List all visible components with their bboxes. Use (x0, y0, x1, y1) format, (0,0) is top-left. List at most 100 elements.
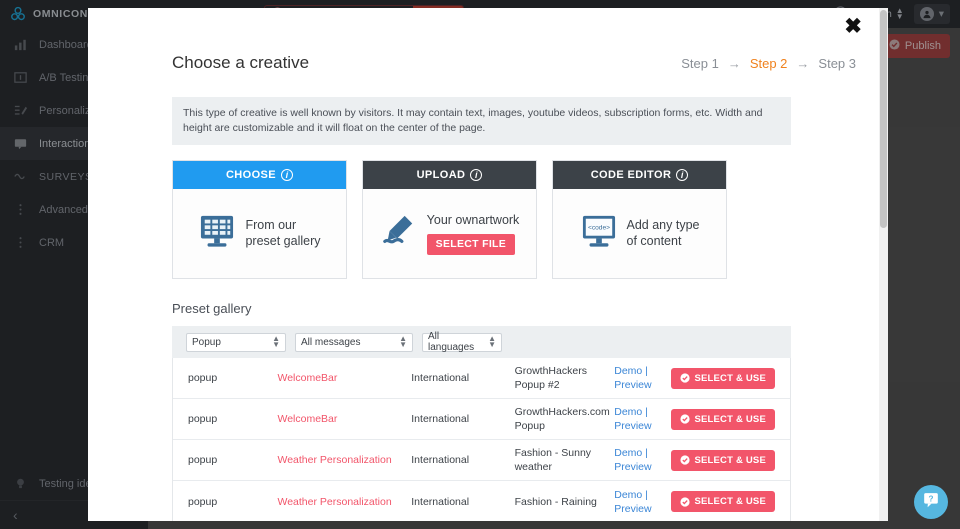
row-language: International (411, 496, 514, 508)
info-icon[interactable]: i (281, 169, 293, 181)
row-description-line2: Popup (515, 419, 615, 433)
help-chat-bubble-icon: ? (921, 490, 941, 515)
creative-type-notice: This type of creative is well known by v… (172, 97, 791, 145)
step-arrow-icon: → (796, 56, 809, 71)
row-preview-link[interactable]: Preview (614, 419, 671, 433)
select-file-button[interactable]: SELECT FILE (427, 234, 515, 255)
card-choose-title: CHOOSE (226, 169, 276, 181)
row-preview-link[interactable]: Preview (614, 502, 671, 516)
help-chat-button[interactable]: ? (914, 485, 948, 519)
row-preview-link[interactable]: Preview (614, 378, 671, 392)
check-circle-icon (680, 373, 690, 383)
card-choose-text: From our preset gallery (245, 218, 320, 249)
modal-scrollbar[interactable] (879, 8, 888, 521)
row-language: International (411, 413, 514, 425)
card-code-editor-text: Add any type of content (627, 218, 700, 249)
table-row[interactable]: popup Weather Personalization Internatio… (173, 440, 790, 481)
select-and-use-label: SELECT & USE (694, 414, 766, 425)
row-description: Fashion - Raining (515, 495, 615, 509)
modal-header: Choose a creative Step 1 → Step 2 → Step… (172, 8, 856, 73)
row-links: Demo | Preview (614, 446, 671, 474)
row-action-cell: SELECT & USE (671, 409, 790, 430)
info-icon[interactable]: i (676, 169, 688, 181)
filter-languages[interactable]: All languages ▲▼ (422, 333, 502, 352)
table-row[interactable]: popup WelcomeBar International GrowthHac… (173, 399, 790, 440)
step-2[interactable]: Step 2 (750, 56, 788, 71)
card-choose-header: CHOOSE i (173, 161, 346, 189)
row-description-line1: Fashion - Raining (515, 495, 615, 509)
row-description-line1: GrowthHackers (515, 364, 615, 378)
table-row[interactable]: popup WelcomeBar International GrowthHac… (173, 358, 790, 399)
row-name[interactable]: Weather Personalization (277, 454, 411, 466)
check-circle-icon (680, 414, 690, 424)
step-arrow-icon: → (728, 56, 741, 71)
updown-caret-icon: ▲▼ (488, 336, 496, 349)
row-description: GrowthHackers.com Popup (515, 405, 615, 433)
row-action-cell: SELECT & USE (671, 450, 790, 471)
card-code-editor-text-line1: Add any type (627, 218, 700, 234)
row-type: popup (173, 372, 277, 384)
row-action-cell: SELECT & USE (671, 368, 790, 389)
row-name[interactable]: Weather Personalization (277, 496, 411, 508)
row-description: Fashion - Sunny weather (515, 446, 615, 474)
preset-gallery-title: Preset gallery (172, 301, 856, 316)
modal-scroll-area: Choose a creative Step 1 → Step 2 → Step… (88, 8, 888, 521)
card-upload-body: Your ownartwork SELECT FILE (363, 189, 536, 278)
row-name[interactable]: WelcomeBar (277, 372, 411, 384)
row-links: Demo | Preview (614, 364, 671, 392)
modal-scrollbar-thumb[interactable] (880, 10, 887, 228)
row-type: popup (173, 413, 277, 425)
card-code-editor-header: CODE EDITOR i (553, 161, 726, 189)
choose-creative-modal: ✖ Choose a creative Step 1 → Step 2 → St… (88, 8, 888, 521)
select-and-use-button[interactable]: SELECT & USE (671, 450, 775, 471)
select-and-use-label: SELECT & USE (694, 373, 766, 384)
filter-messages-value: All messages (301, 337, 360, 348)
row-language: International (411, 372, 514, 384)
card-code-editor-body: <code> Add any type of content (553, 189, 726, 278)
row-type: popup (173, 454, 277, 466)
check-circle-icon (680, 455, 690, 465)
card-choose-body: From our preset gallery (173, 189, 346, 278)
check-circle-icon (680, 497, 690, 507)
creative-source-cards: CHOOSE i (172, 160, 856, 279)
card-upload-title: UPLOAD (417, 169, 466, 181)
row-demo-link[interactable]: Demo | (614, 405, 671, 419)
row-description-line2: Popup #2 (515, 378, 615, 392)
row-demo-link[interactable]: Demo | (614, 364, 671, 378)
row-demo-link[interactable]: Demo | (614, 446, 671, 460)
select-and-use-button[interactable]: SELECT & USE (671, 491, 775, 512)
row-preview-link[interactable]: Preview (614, 460, 671, 474)
row-description: GrowthHackers Popup #2 (515, 364, 615, 392)
row-type: popup (173, 496, 277, 508)
row-action-cell: SELECT & USE (671, 491, 790, 512)
close-icon[interactable]: ✖ (844, 16, 862, 37)
preset-gallery-monitor-icon (198, 214, 236, 253)
card-upload-header: UPLOAD i (363, 161, 536, 189)
card-choose-text-line1: From our (245, 218, 320, 234)
card-code-editor-title: CODE EDITOR (591, 169, 672, 181)
page-title: Choose a creative (172, 53, 309, 73)
card-upload[interactable]: UPLOAD i (362, 160, 537, 279)
row-language: International (411, 454, 514, 466)
select-and-use-button[interactable]: SELECT & USE (671, 368, 775, 389)
filter-creative-type-value: Popup (192, 337, 221, 348)
row-demo-link[interactable]: Demo | (614, 488, 671, 502)
info-icon[interactable]: i (470, 169, 482, 181)
card-upload-text: Your ownartwork SELECT FILE (427, 213, 520, 255)
row-name[interactable]: WelcomeBar (277, 413, 411, 425)
preset-gallery-filters: Popup ▲▼ All messages ▲▼ All languages ▲… (172, 326, 791, 358)
card-code-editor[interactable]: CODE EDITOR i <code> (552, 160, 727, 279)
step-3[interactable]: Step 3 (818, 56, 856, 71)
step-indicator: Step 1 → Step 2 → Step 3 (681, 56, 856, 71)
filter-messages[interactable]: All messages ▲▼ (295, 333, 413, 352)
select-and-use-button[interactable]: SELECT & USE (671, 409, 775, 430)
card-code-editor-text-line2: of content (627, 234, 700, 250)
step-1[interactable]: Step 1 (681, 56, 719, 71)
card-choose[interactable]: CHOOSE i (172, 160, 347, 279)
row-description-line1: Fashion - Sunny (515, 446, 615, 460)
preset-gallery-table: popup WelcomeBar International GrowthHac… (172, 358, 791, 521)
table-row[interactable]: popup Weather Personalization Internatio… (173, 481, 790, 521)
code-monitor-icon: <code> (580, 214, 618, 253)
filter-creative-type[interactable]: Popup ▲▼ (186, 333, 286, 352)
filter-languages-value: All languages (428, 331, 482, 353)
